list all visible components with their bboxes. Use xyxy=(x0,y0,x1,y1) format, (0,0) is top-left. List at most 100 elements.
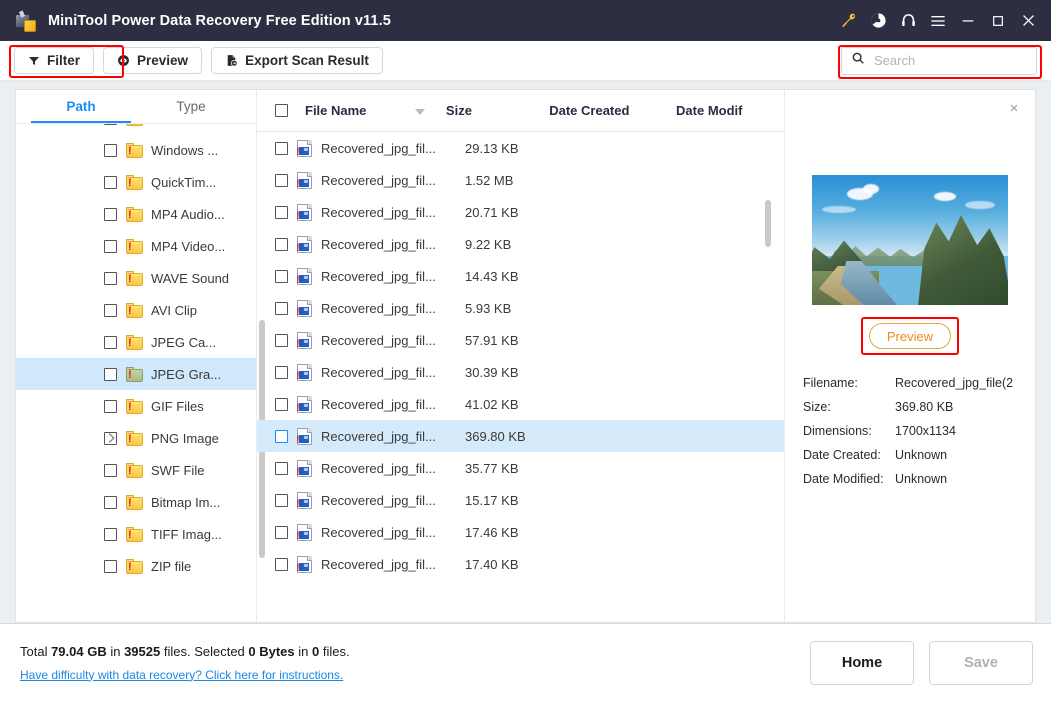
headphones-icon[interactable] xyxy=(893,6,923,36)
table-row[interactable]: ! Recovered_jpg_fil... 17.46 KB xyxy=(257,516,784,548)
filter-icon xyxy=(28,55,40,67)
tree-item-mp4-video[interactable]: ! MP4 Video... xyxy=(16,230,256,262)
tab-path[interactable]: Path xyxy=(26,90,136,123)
tree-item-label: WAVE Sound xyxy=(151,270,230,286)
row-checkbox[interactable] xyxy=(275,237,288,251)
search-input[interactable] xyxy=(874,47,1024,74)
meta-key: Date Created: xyxy=(803,448,881,462)
tree-checkbox[interactable] xyxy=(104,143,117,157)
close-icon[interactable] xyxy=(1013,6,1043,36)
tree-item-zip-file[interactable]: ! ZIP file xyxy=(16,550,256,582)
tree-checkbox[interactable] xyxy=(104,239,117,253)
table-row[interactable]: ! Recovered_jpg_fil... 29.13 KB xyxy=(257,132,784,164)
tree-checkbox[interactable] xyxy=(104,124,117,125)
tree-checkbox[interactable] xyxy=(104,303,117,317)
preview-metadata: Filename: Recovered_jpg_file(2 Size: 369… xyxy=(785,371,1035,491)
selected-size: 0 Bytes xyxy=(248,643,295,659)
save-button[interactable]: Save xyxy=(929,640,1033,685)
preview-action-button[interactable]: Preview xyxy=(869,323,951,349)
row-checkbox[interactable] xyxy=(275,173,288,187)
tree-item-jpeg-camera[interactable]: ! JPEG Ca... xyxy=(16,326,256,358)
table-row-selected[interactable]: ! Recovered_jpg_fil... 369.80 KB xyxy=(257,420,784,452)
sort-descending-icon[interactable] xyxy=(415,109,425,115)
row-checkbox[interactable] xyxy=(275,525,288,539)
jpeg-file-icon: ! xyxy=(296,267,312,285)
meta-date-created: Date Created: Unknown xyxy=(803,443,1035,467)
tree-checkbox[interactable] xyxy=(104,207,117,221)
file-list-header: File Name Size Date Created Date Modif xyxy=(257,90,784,132)
table-row[interactable]: ! Recovered_jpg_fil... 57.91 KB xyxy=(257,324,784,356)
table-row[interactable]: ! Recovered_jpg_fil... 5.93 KB xyxy=(257,292,784,324)
tree-item-tiff-image[interactable]: ! TIFF Imag... xyxy=(16,518,256,550)
export-label: Export Scan Result xyxy=(245,53,369,68)
row-checkbox[interactable] xyxy=(275,301,288,315)
folder-icon: ! xyxy=(126,206,143,222)
tree-item-png-image[interactable]: ! PNG Image xyxy=(16,422,256,454)
tree-item-label: MP4 Audio... xyxy=(151,206,225,222)
column-header-date-created[interactable]: Date Created xyxy=(549,103,676,118)
table-row[interactable]: ! Recovered_jpg_fil... 15.17 KB xyxy=(257,484,784,516)
search-box[interactable] xyxy=(841,46,1037,75)
help-link[interactable]: Have difficulty with data recovery? Clic… xyxy=(20,668,350,682)
maximize-icon[interactable] xyxy=(983,6,1013,36)
table-row[interactable]: ! Recovered_jpg_fil... 9.22 KB xyxy=(257,228,784,260)
row-checkbox[interactable] xyxy=(275,461,288,475)
row-checkbox[interactable] xyxy=(275,269,288,283)
meta-size: Size: 369.80 KB xyxy=(803,395,1035,419)
tree-item-bitmap-image[interactable]: ! Bitmap Im... xyxy=(16,486,256,518)
tree-item-mp4-audio[interactable]: ! MP4 Audio... xyxy=(16,198,256,230)
column-header-date-modified[interactable]: Date Modif xyxy=(676,103,770,118)
tree-checkbox[interactable] xyxy=(104,175,117,189)
row-checkbox[interactable] xyxy=(275,493,288,507)
table-row[interactable]: ! Recovered_jpg_fil... 30.39 KB xyxy=(257,356,784,388)
row-checkbox[interactable] xyxy=(275,333,288,347)
table-row[interactable]: ! Recovered_jpg_fil... 20.71 KB xyxy=(257,196,784,228)
close-preview-icon[interactable]: × xyxy=(1005,99,1023,117)
row-checkbox[interactable] xyxy=(275,365,288,379)
disc-icon[interactable] xyxy=(863,6,893,36)
minimize-icon[interactable] xyxy=(953,6,983,36)
row-checkbox[interactable] xyxy=(275,141,288,155)
tree-item-avi-clip[interactable]: ! AVI Clip xyxy=(16,294,256,326)
tree-checkbox[interactable] xyxy=(104,367,117,381)
tree-item-window-m[interactable]: ! Window M... xyxy=(16,124,256,134)
column-header-size[interactable]: Size xyxy=(446,103,549,118)
export-file-icon xyxy=(225,54,238,67)
jpeg-file-icon: ! xyxy=(296,235,312,253)
chevron-right-icon[interactable] xyxy=(107,432,116,444)
tab-type[interactable]: Type xyxy=(136,90,246,123)
tree-item-windows[interactable]: ! Windows ... xyxy=(16,134,256,166)
filter-label: Filter xyxy=(47,53,81,68)
preview-button[interactable]: Preview xyxy=(103,47,203,74)
tree-checkbox[interactable] xyxy=(104,463,117,477)
file-list-scrollbar-thumb[interactable] xyxy=(765,200,771,247)
row-checkbox[interactable] xyxy=(275,397,288,411)
row-checkbox[interactable] xyxy=(275,557,288,571)
tree-checkbox[interactable] xyxy=(104,335,117,349)
row-checkbox[interactable] xyxy=(275,429,288,443)
home-button[interactable]: Home xyxy=(810,640,914,685)
filter-button[interactable]: Filter xyxy=(14,47,95,74)
tree-checkbox[interactable] xyxy=(104,495,117,509)
tree-item-quicktime[interactable]: ! QuickTim... xyxy=(16,166,256,198)
table-row[interactable]: ! Recovered_jpg_fil... 1.52 MB xyxy=(257,164,784,196)
tree-checkbox[interactable] xyxy=(104,399,117,413)
meta-key: Dimensions: xyxy=(803,424,872,438)
table-row[interactable]: ! Recovered_jpg_fil... 14.43 KB xyxy=(257,260,784,292)
key-icon[interactable] xyxy=(833,6,863,36)
select-all-checkbox[interactable] xyxy=(275,104,288,117)
tree-checkbox[interactable] xyxy=(104,527,117,541)
table-row[interactable]: ! Recovered_jpg_fil... 41.02 KB xyxy=(257,388,784,420)
hamburger-menu-icon[interactable] xyxy=(923,6,953,36)
export-scan-result-button[interactable]: Export Scan Result xyxy=(211,47,383,74)
table-row[interactable]: ! Recovered_jpg_fil... 17.40 KB xyxy=(257,548,784,580)
tree-checkbox[interactable] xyxy=(104,559,117,573)
tree-item-swf-file[interactable]: ! SWF File xyxy=(16,454,256,486)
table-row[interactable]: ! Recovered_jpg_fil... 35.77 KB xyxy=(257,452,784,484)
row-checkbox[interactable] xyxy=(275,205,288,219)
tree-checkbox[interactable] xyxy=(104,271,117,285)
tree-item-gif-files[interactable]: ! GIF Files xyxy=(16,390,256,422)
search-container xyxy=(841,46,1037,75)
tree-item-wave-sound[interactable]: ! WAVE Sound xyxy=(16,262,256,294)
tree-item-jpeg-graphics[interactable]: ! JPEG Gra... xyxy=(16,358,256,390)
